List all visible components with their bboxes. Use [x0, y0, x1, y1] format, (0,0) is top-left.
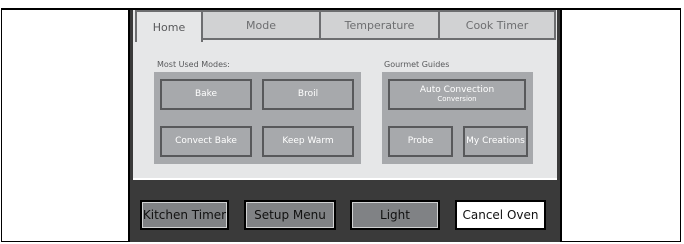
setup-menu-button[interactable]: Setup Menu — [244, 200, 336, 230]
probe-button[interactable]: Probe — [388, 126, 453, 157]
tab-cook-timer[interactable]: Cook Timer — [438, 10, 556, 40]
my-creations-button[interactable]: My Creations — [463, 126, 528, 157]
convect-bake-button[interactable]: Convect Bake — [160, 126, 252, 157]
gourmet-guides-label: Gourmet Guides — [384, 60, 450, 69]
tab-home[interactable]: Home — [135, 10, 203, 42]
keep-warm-button[interactable]: Keep Warm — [262, 126, 354, 157]
auto-convection-button[interactable]: Auto Convection Conversion — [388, 79, 526, 110]
auto-convection-subtitle: Conversion — [437, 94, 477, 103]
broil-button[interactable]: Broil — [262, 79, 354, 110]
tab-temperature[interactable]: Temperature — [319, 10, 440, 40]
top-bar — [1, 0, 681, 10]
bake-button[interactable]: Bake — [160, 79, 252, 110]
most-used-modes-label: Most Used Modes: — [157, 60, 230, 69]
light-button[interactable]: Light — [350, 200, 440, 230]
kitchen-timer-button[interactable]: Kitchen Timer — [140, 200, 229, 230]
cancel-oven-button[interactable]: Cancel Oven — [455, 200, 546, 230]
tab-mode[interactable]: Mode — [201, 10, 321, 40]
right-divider — [560, 10, 562, 242]
